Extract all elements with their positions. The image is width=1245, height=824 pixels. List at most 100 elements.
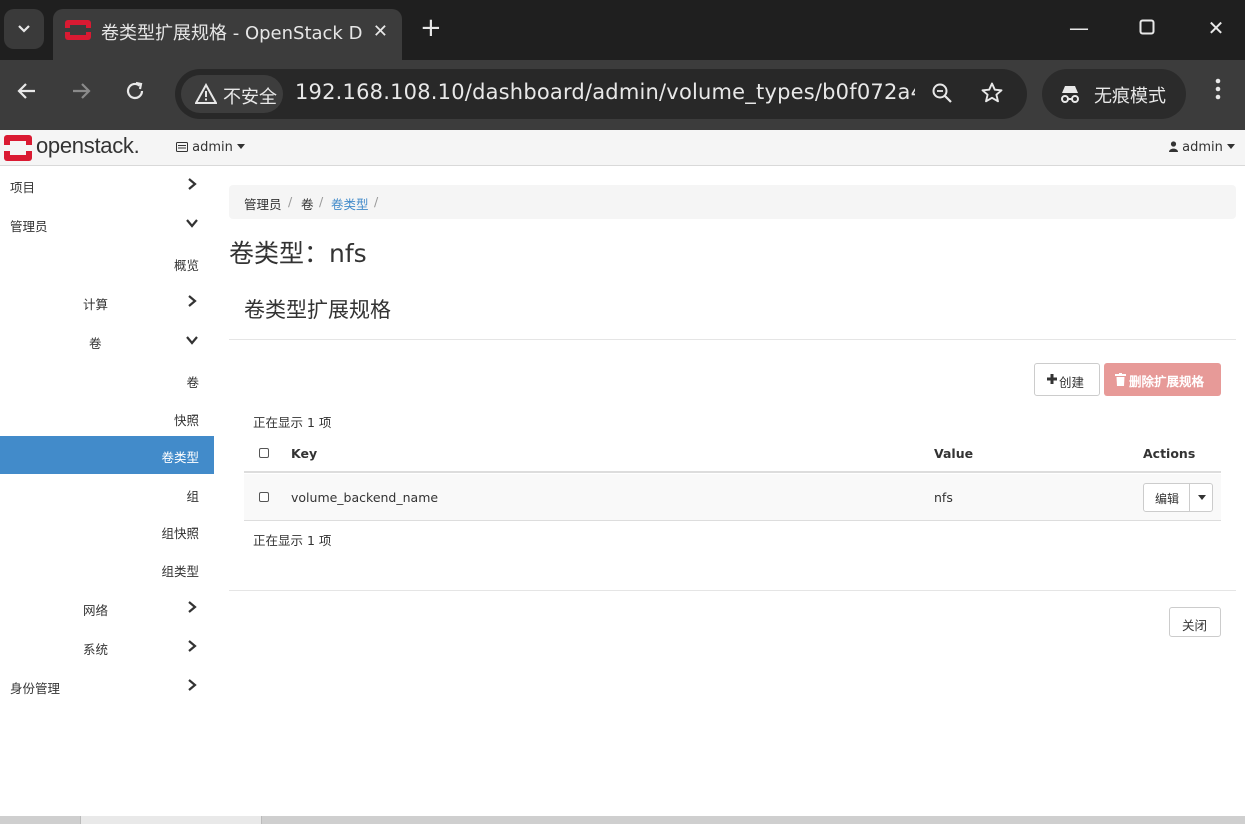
security-label: 不安全 bbox=[223, 87, 277, 108]
sidebar-item-volume-types[interactable]: 卷类型 bbox=[0, 436, 214, 474]
user-label: admin bbox=[1182, 140, 1223, 155]
sidebar-item-overview[interactable]: 概览 bbox=[0, 244, 214, 282]
sidebar-item-label: 卷 bbox=[186, 375, 199, 390]
window-close-icon[interactable]: ✕ bbox=[1201, 16, 1231, 40]
browser-toolbar: 不安全 192.168.108.10/dashboard/admin/volum… bbox=[0, 60, 1245, 130]
sidebar-item-label: 组类型 bbox=[161, 564, 199, 579]
chevron-down-icon bbox=[18, 25, 30, 33]
tab-close-icon[interactable]: ✕ bbox=[373, 21, 388, 42]
row-checkbox[interactable] bbox=[259, 492, 269, 502]
chevron-down-icon bbox=[186, 336, 198, 345]
column-header-key[interactable]: Key bbox=[291, 446, 317, 461]
sidebar-item-admin[interactable]: 管理员 bbox=[0, 205, 214, 243]
tab-title: 卷类型扩展规格 - OpenStack D bbox=[101, 23, 363, 44]
project-icon bbox=[176, 142, 188, 152]
chevron-down-icon bbox=[186, 219, 198, 228]
sidebar-item-system[interactable]: 系统 bbox=[0, 628, 214, 666]
section-title: 卷类型扩展规格 bbox=[244, 298, 391, 322]
breadcrumb: 管理员 / 卷 / 卷类型 / bbox=[229, 185, 1236, 219]
new-tab-icon[interactable]: + bbox=[420, 14, 442, 42]
minimize-icon[interactable]: — bbox=[1064, 16, 1094, 40]
web-page: openstack. admin admin 项目 管理员 概览 计算 卷 卷 … bbox=[0, 130, 1245, 816]
sidebar-item-group-snapshots[interactable]: 组快照 bbox=[0, 512, 214, 550]
breadcrumb-link-volume-types[interactable]: 卷类型 bbox=[331, 194, 369, 213]
bookmark-star-icon[interactable] bbox=[979, 81, 1005, 107]
sidebar-item-snapshots[interactable]: 快照 bbox=[0, 399, 214, 437]
table-row: volume_backend_name nfs 编辑 bbox=[244, 474, 1221, 521]
sidebar-item-label: 快照 bbox=[173, 413, 199, 428]
incognito-label: 无痕模式 bbox=[1094, 86, 1166, 107]
caret-down-icon bbox=[1198, 495, 1206, 500]
project-dropdown[interactable]: admin bbox=[176, 140, 246, 155]
breadcrumb-item-admin: 管理员 bbox=[244, 197, 282, 212]
project-label: admin bbox=[192, 140, 233, 155]
warning-triangle-icon bbox=[195, 83, 217, 104]
sidebar-item-label: 身份管理 bbox=[10, 681, 61, 696]
chevron-right-icon bbox=[188, 679, 197, 691]
table-header-row: Key Value Actions bbox=[244, 435, 1221, 473]
sidebar-item-label: 组 bbox=[186, 489, 199, 504]
incognito-indicator[interactable]: 无痕模式 bbox=[1042, 69, 1186, 119]
sidebar-item-label: 概览 bbox=[173, 258, 199, 273]
forward-arrow-icon[interactable] bbox=[66, 80, 96, 111]
sidebar-item-label: 网络 bbox=[83, 603, 109, 618]
reload-icon[interactable] bbox=[120, 80, 150, 111]
cell-key: volume_backend_name bbox=[291, 490, 439, 505]
plus-icon bbox=[1047, 374, 1057, 384]
breadcrumb-separator: / bbox=[319, 194, 324, 209]
maximize-icon[interactable] bbox=[1132, 16, 1162, 40]
column-header-value[interactable]: Value bbox=[934, 446, 973, 461]
chevron-right-icon bbox=[188, 295, 197, 307]
incognito-icon bbox=[1061, 86, 1079, 103]
column-header-actions: Actions bbox=[1143, 446, 1196, 461]
breadcrumb-separator: / bbox=[288, 194, 293, 209]
divider bbox=[229, 590, 1236, 591]
delete-extra-specs-button[interactable]: 删除扩展规格 bbox=[1104, 363, 1221, 396]
create-button[interactable]: 创建 bbox=[1034, 363, 1100, 396]
user-dropdown[interactable]: admin bbox=[1168, 140, 1235, 155]
sidebar-item-volume-group[interactable]: 卷 bbox=[0, 322, 214, 360]
address-bar[interactable]: 不安全 192.168.108.10/dashboard/admin/volum… bbox=[175, 69, 1027, 119]
url-text[interactable]: 192.168.108.10/dashboard/admin/volume_ty… bbox=[295, 80, 915, 104]
sidebar-item-label: 卷类型 bbox=[161, 450, 199, 465]
sidebar-item-project[interactable]: 项目 bbox=[0, 166, 214, 204]
openstack-favicon-icon bbox=[65, 20, 91, 40]
breadcrumb-item-volume: 卷 bbox=[301, 197, 314, 212]
close-button-label: 关闭 bbox=[1182, 618, 1208, 633]
back-arrow-icon[interactable] bbox=[12, 80, 42, 111]
browser-tab[interactable]: 卷类型扩展规格 - OpenStack D ✕ bbox=[53, 9, 402, 60]
extra-specs-table: Key Value Actions volume_backend_name nf… bbox=[244, 435, 1221, 521]
more-menu-icon[interactable] bbox=[1206, 78, 1230, 108]
sidebar-item-volumes[interactable]: 卷 bbox=[0, 361, 214, 399]
zoom-search-icon[interactable] bbox=[929, 81, 955, 107]
sidebar-item-compute[interactable]: 计算 bbox=[0, 283, 214, 321]
sidebar-item-identity[interactable]: 身份管理 bbox=[0, 667, 214, 705]
sidebar-item-label: 计算 bbox=[83, 297, 109, 312]
chevron-right-icon bbox=[188, 640, 197, 652]
main-content: 管理员 / 卷 / 卷类型 / 卷类型：nfs 卷类型扩展规格 创建 删除扩展规… bbox=[229, 166, 1237, 816]
create-button-label: 创建 bbox=[1059, 375, 1085, 390]
sidebar-item-groups[interactable]: 组 bbox=[0, 475, 214, 513]
sidebar-item-label: 组快照 bbox=[161, 526, 199, 541]
chevron-right-icon bbox=[188, 601, 197, 613]
background-window-strip bbox=[0, 816, 1245, 824]
sidebar: 项目 管理员 概览 计算 卷 卷 快照 卷类型 组 组快照 组类型 网络 系统 … bbox=[0, 166, 214, 816]
delete-button-label: 删除扩展规格 bbox=[1129, 374, 1205, 389]
sidebar-item-label: 管理员 bbox=[10, 219, 48, 234]
openstack-logo-icon[interactable] bbox=[4, 135, 32, 161]
close-button[interactable]: 关闭 bbox=[1169, 607, 1221, 637]
edit-button[interactable]: 编辑 bbox=[1144, 484, 1189, 511]
sidebar-item-group-types[interactable]: 组类型 bbox=[0, 550, 214, 588]
logo-text[interactable]: openstack. bbox=[36, 133, 140, 159]
chevron-right-icon bbox=[188, 178, 197, 190]
tab-search-button[interactable] bbox=[4, 9, 44, 49]
sidebar-item-network[interactable]: 网络 bbox=[0, 589, 214, 627]
select-all-checkbox[interactable] bbox=[259, 448, 269, 458]
browser-tab-bar: 卷类型扩展规格 - OpenStack D ✕ + — ✕ bbox=[0, 0, 1245, 60]
sidebar-item-label: 系统 bbox=[83, 642, 109, 657]
page-title: 卷类型：nfs bbox=[229, 239, 367, 268]
background-window-fragment bbox=[80, 816, 262, 824]
item-count-top: 正在显示 1 项 bbox=[253, 415, 332, 430]
breadcrumb-separator: / bbox=[374, 194, 379, 209]
row-actions-dropdown-toggle[interactable] bbox=[1189, 484, 1213, 511]
